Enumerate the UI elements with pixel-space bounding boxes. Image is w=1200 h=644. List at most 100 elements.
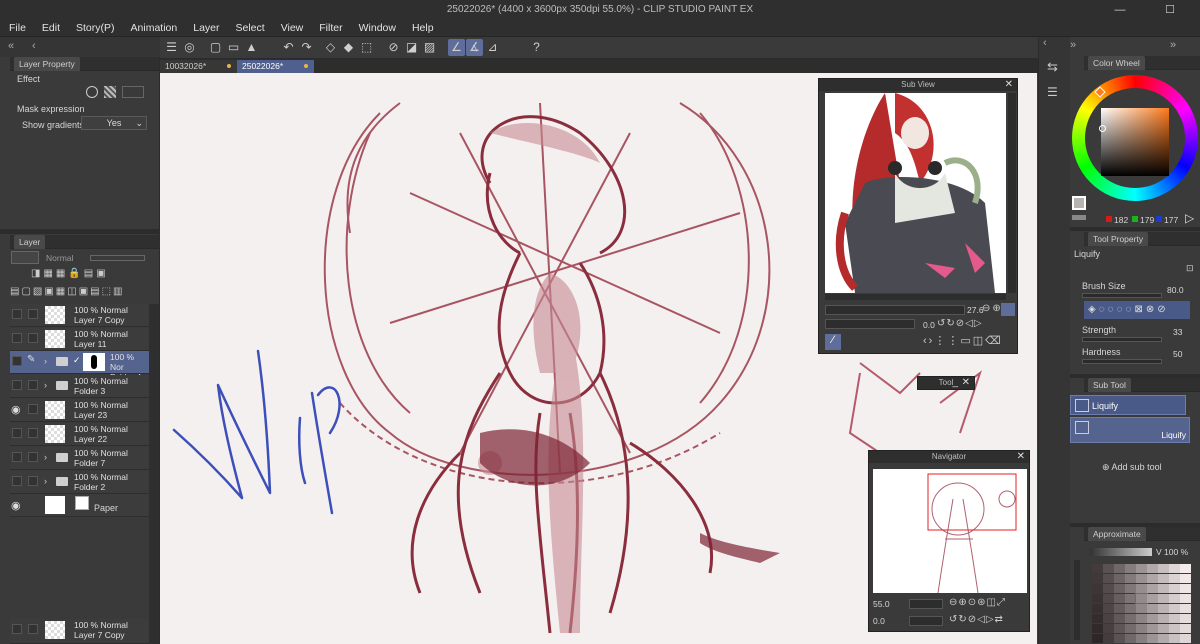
color-swatch[interactable]: [1180, 624, 1191, 633]
eyedropper-icon[interactable]: ⁄: [825, 334, 841, 350]
color-swatch[interactable]: [1180, 614, 1191, 623]
save-icon[interactable]: ▲: [243, 39, 260, 56]
color-swatch[interactable]: [1158, 634, 1169, 643]
lock-toggle[interactable]: [28, 309, 38, 319]
minimize-icon[interactable]: _: [952, 377, 958, 389]
navigator-rotate-buttons[interactable]: ↺↻⊘◁▷⇄: [949, 614, 1004, 625]
sub-view-window[interactable]: Sub View ✕ 27.6 ⊖⊕ 0.0 ↺↻⊘◁▷ ⁄ ‹›⋮⋮▭◫⌫: [818, 78, 1018, 354]
blend-swatch[interactable]: [11, 251, 39, 264]
close-icon[interactable]: ✕: [1005, 79, 1013, 91]
sub-view-nav-buttons[interactable]: ‹›⋮⋮▭◫⌫: [923, 334, 1003, 347]
effect-border-icon[interactable]: [86, 86, 98, 98]
sub-tool-item-liquify-selected[interactable]: Liquify: [1070, 417, 1190, 443]
color-swatch[interactable]: [1147, 614, 1158, 623]
menu-help[interactable]: Help: [403, 20, 441, 37]
opacity-slider[interactable]: [90, 255, 145, 261]
visibility-toggle[interactable]: [12, 624, 22, 634]
color-swatch[interactable]: [1125, 574, 1136, 583]
color-swatch[interactable]: [1158, 614, 1169, 623]
snap-special-ruler-icon[interactable]: ∡: [466, 39, 483, 56]
layer-row[interactable]: 100 % Normal Layer 7 Copy: [10, 619, 149, 644]
fit-icon[interactable]: [1001, 303, 1015, 316]
navigator-rotate-slider[interactable]: [909, 616, 943, 626]
color-swatch[interactable]: [1125, 564, 1136, 573]
color-swatch[interactable]: [1092, 564, 1103, 573]
color-swatch[interactable]: [1169, 574, 1180, 583]
visibility-toggle[interactable]: [12, 309, 22, 319]
color-swatch[interactable]: [1169, 604, 1180, 613]
color-swatch[interactable]: [1136, 584, 1147, 593]
menu-window[interactable]: Window: [350, 20, 403, 37]
invert-selection-icon[interactable]: ◪: [403, 39, 420, 56]
color-swatch[interactable]: [1158, 584, 1169, 593]
color-swatch[interactable]: [1114, 604, 1125, 613]
layer-property-tab[interactable]: Layer Property: [10, 57, 159, 71]
menu-filter[interactable]: Filter: [310, 20, 349, 37]
color-swatch[interactable]: [1125, 604, 1136, 613]
new-file-icon[interactable]: ▢: [207, 39, 224, 56]
color-swatch[interactable]: [1147, 604, 1158, 613]
rotate-buttons[interactable]: ↺↻⊘◁▷: [937, 318, 983, 329]
color-swatch[interactable]: [1180, 634, 1191, 643]
snap-grid-icon[interactable]: ⊿: [484, 39, 501, 56]
color-swatch[interactable]: [1103, 584, 1114, 593]
clear-icon[interactable]: ◇: [322, 39, 339, 56]
color-swatch[interactable]: [1125, 624, 1136, 633]
main-color-swatch[interactable]: [1072, 196, 1086, 210]
approx-side-slider[interactable]: [1074, 560, 1080, 640]
color-swatch[interactable]: [1158, 574, 1169, 583]
menu-icon[interactable]: ☰: [163, 39, 180, 56]
color-swatch[interactable]: [1158, 594, 1169, 603]
color-picker-cursor[interactable]: [1099, 125, 1106, 132]
lock-toggle[interactable]: [28, 624, 38, 634]
color-swatch[interactable]: [1103, 624, 1114, 633]
color-swatch[interactable]: [1158, 624, 1169, 633]
color-swatch[interactable]: [1147, 634, 1158, 643]
visibility-toggle[interactable]: [12, 452, 22, 462]
color-swatch[interactable]: [1103, 594, 1114, 603]
layer-row[interactable]: 100 % Normal Layer 22: [10, 423, 149, 446]
effect-dropdown[interactable]: [122, 86, 144, 98]
color-swatch[interactable]: [1136, 574, 1147, 583]
fill-icon[interactable]: ◆: [340, 39, 357, 56]
color-swatch[interactable]: [1092, 604, 1103, 613]
visibility-toggle[interactable]: [12, 380, 22, 390]
color-swatch[interactable]: [1092, 594, 1103, 603]
rotate-slider[interactable]: [825, 319, 915, 329]
liquify-mode-selector[interactable]: ◈◌◌◌◌⊠⊗⊘: [1084, 301, 1190, 319]
color-swatch[interactable]: [1147, 624, 1158, 633]
transform-icon[interactable]: ⬚: [358, 39, 375, 56]
visibility-toggle[interactable]: [12, 428, 22, 438]
chevron-right-icon[interactable]: ›: [44, 356, 47, 366]
color-swatch[interactable]: [1092, 584, 1103, 593]
color-swatch[interactable]: [1125, 584, 1136, 593]
visibility-toggle[interactable]: [12, 333, 22, 343]
menu-file[interactable]: File: [0, 20, 33, 37]
blend-mode-select[interactable]: Normal: [46, 253, 73, 263]
chevron-left-icon[interactable]: ‹: [1043, 37, 1047, 49]
layer-row[interactable]: › 100 % Normal Folder 3: [10, 375, 149, 398]
tool-property-tab[interactable]: Tool Property: [1084, 232, 1200, 246]
approximate-color-tab[interactable]: Approximate: [1084, 527, 1200, 541]
color-swatch[interactable]: [1125, 634, 1136, 643]
sub-tool-tab[interactable]: Sub Tool: [1084, 378, 1200, 392]
chevron-right-icon[interactable]: ›: [44, 476, 47, 486]
color-swatch[interactable]: [1169, 614, 1180, 623]
layer-lock-toolbar[interactable]: ◨▦▦🔒▤▣: [31, 268, 151, 282]
color-swatch[interactable]: [1180, 584, 1191, 593]
color-swatch[interactable]: [1125, 614, 1136, 623]
color-swatch[interactable]: [1158, 564, 1169, 573]
layer-action-toolbar[interactable]: ▤▢▧▣▦◫▣▤⬚▥: [10, 286, 150, 300]
doc-tab-25022026[interactable]: 25022026*: [237, 60, 314, 73]
color-swatch[interactable]: [1180, 594, 1191, 603]
collapse-right-panel-icon[interactable]: »: [1170, 39, 1176, 51]
layer-scrollbar[interactable]: [149, 304, 159, 644]
chevron-right-icon[interactable]: ›: [44, 452, 47, 462]
color-swatch[interactable]: [1092, 614, 1103, 623]
color-swatch[interactable]: [1180, 604, 1191, 613]
navigator-zoom-slider[interactable]: [909, 599, 943, 609]
navigator-window[interactable]: Navigator ✕ 55.0 ⊖⊕⊙⊛◫⤢ 0.0 ↺↻⊘◁▷⇄: [868, 450, 1030, 632]
visibility-toggle[interactable]: [12, 356, 22, 366]
tool-window[interactable]: Tool _ ✕: [917, 376, 975, 390]
color-swatch[interactable]: [1169, 634, 1180, 643]
